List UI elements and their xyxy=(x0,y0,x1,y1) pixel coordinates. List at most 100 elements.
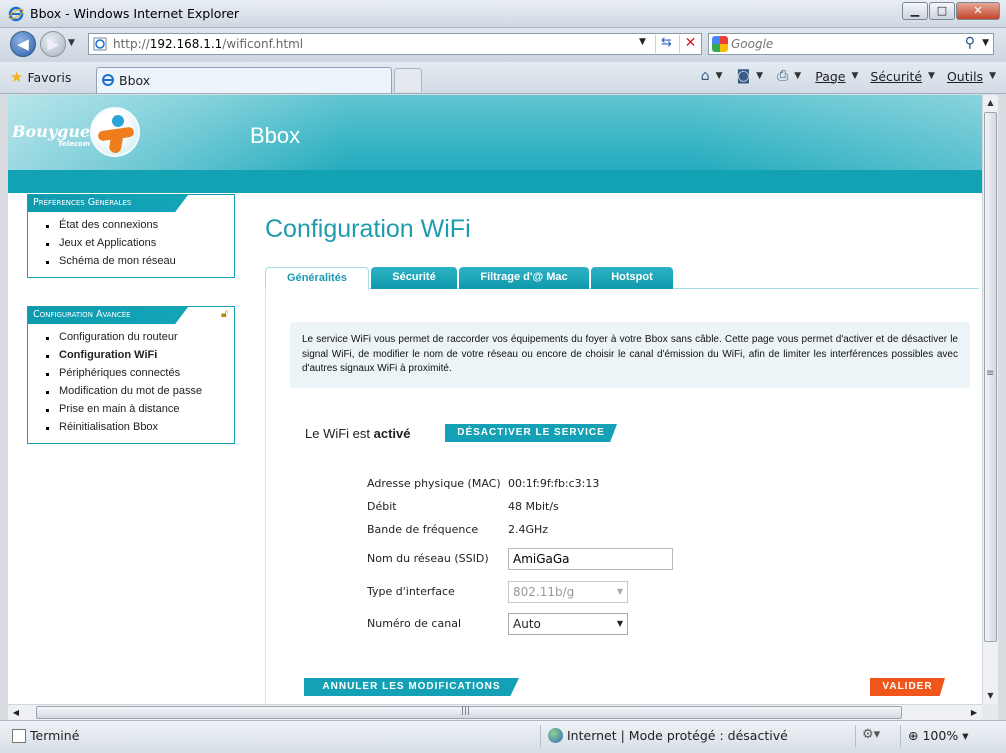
back-button[interactable]: ◀ xyxy=(10,31,36,57)
tools-menu[interactable]: Outils xyxy=(947,69,983,84)
tools-menu-dropdown-icon[interactable]: ▼ xyxy=(989,71,996,81)
header-banner: Bouygues Telecom Bbox xyxy=(8,95,982,193)
page-menu-dropdown-icon[interactable]: ▼ xyxy=(851,71,858,81)
general-menu-list: État des connexions Jeux et Applications… xyxy=(28,212,234,277)
horizontal-scroll-thumb[interactable] xyxy=(36,706,902,719)
window-title: Bbox - Windows Internet Explorer xyxy=(30,6,240,21)
rate-value: 48 Mbit/s xyxy=(508,500,559,513)
search-box[interactable]: ⚲ ▼ xyxy=(708,33,994,55)
tab-security[interactable]: Sécurité xyxy=(371,267,457,289)
rss-icon[interactable]: ◙ xyxy=(737,68,751,84)
globe-icon xyxy=(548,728,563,743)
ssid-input[interactable] xyxy=(508,548,673,570)
brand-logo-subtext: Telecom xyxy=(58,140,91,148)
vertical-scrollbar[interactable]: ▲ ▼ xyxy=(982,95,998,704)
status-bar: Terminé Internet | Mode protégé : désact… xyxy=(0,720,1006,753)
unlock-icon: 🔓︎ xyxy=(220,307,228,320)
content-divider xyxy=(265,289,266,704)
scroll-corner xyxy=(982,704,998,720)
info-box: Le service WiFi vous permet de raccorder… xyxy=(290,322,970,388)
security-menu-dropdown-icon[interactable]: ▼ xyxy=(928,71,935,81)
stop-icon[interactable]: ✕ xyxy=(679,35,701,53)
page-title: Configuration WiFi xyxy=(265,215,471,243)
sidebar-item-network-map[interactable]: Schéma de mon réseau xyxy=(42,253,234,271)
horizontal-scrollbar[interactable]: ◀ ▶ xyxy=(8,704,982,720)
interface-type-label: Type d'interface xyxy=(367,585,455,598)
security-menu[interactable]: Sécurité xyxy=(870,69,922,84)
close-button[interactable]: ✕ xyxy=(956,2,1000,20)
tab-general[interactable]: Généralités xyxy=(265,267,369,290)
ie-logo-icon xyxy=(8,6,24,22)
status-divider xyxy=(540,725,541,747)
rate-label: Débit xyxy=(367,500,397,513)
rss-dropdown-icon[interactable]: ▼ xyxy=(756,71,763,81)
validate-button[interactable]: VALIDER xyxy=(870,678,945,696)
scroll-up-icon[interactable]: ▲ xyxy=(983,95,998,111)
chevron-down-icon: ▼ xyxy=(616,587,623,596)
sidebar-item-router-config[interactable]: Configuration du routeur xyxy=(42,329,234,347)
search-dropdown-icon[interactable]: ▼ xyxy=(982,38,989,48)
page-menu[interactable]: Page xyxy=(815,69,845,84)
page-status-icon xyxy=(12,729,26,743)
page-icon xyxy=(93,37,107,51)
protected-mode-icon[interactable]: ⚙▾ xyxy=(862,727,880,742)
band-value: 2.4GHz xyxy=(508,523,549,536)
tab-mac-filter[interactable]: Filtrage d'@ Mac xyxy=(459,267,589,289)
sidebar-item-games-apps[interactable]: Jeux et Applications xyxy=(42,235,234,253)
maximize-button[interactable]: □ xyxy=(929,2,955,20)
sidebar-item-connection-status[interactable]: État des connexions xyxy=(42,217,234,235)
zoom-icon: ⊕ xyxy=(908,728,919,743)
header-band xyxy=(8,170,982,193)
zoom-level[interactable]: ⊕ 100% ▾ xyxy=(908,728,968,743)
search-icon[interactable]: ⚲ xyxy=(965,35,975,51)
history-dropdown-icon[interactable]: ▼ xyxy=(68,38,75,48)
sidebar-item-wifi-config[interactable]: Configuration WiFi xyxy=(42,347,234,365)
refresh-icon[interactable]: ⇆ xyxy=(655,35,677,53)
star-icon: ★ xyxy=(10,68,24,86)
tab-hotspot[interactable]: Hotspot xyxy=(591,267,673,289)
tab-ie-icon xyxy=(102,74,114,86)
config-tabs: Généralités Sécurité Filtrage d'@ Mac Ho… xyxy=(265,267,979,290)
mac-label: Adresse physique (MAC) xyxy=(367,477,501,490)
cancel-changes-button[interactable]: ANNULER LES MODIFICATIONS xyxy=(304,678,519,696)
window-controls: ▁ □ ✕ xyxy=(901,2,1000,20)
menu-heading: Configuration Avancée xyxy=(28,307,188,324)
channel-label: Numéro de canal xyxy=(367,617,461,630)
band-label: Bande de fréquence xyxy=(367,523,479,536)
minimize-button[interactable]: ▁ xyxy=(902,2,928,20)
sidebar-item-remote-access[interactable]: Prise en main à distance xyxy=(42,401,234,419)
browser-tab[interactable]: Bbox xyxy=(96,67,392,93)
forward-arrow-icon: ▶ xyxy=(47,35,59,53)
address-bar[interactable]: http://192.168.1.1/wificonf.html ▼ ⇆ ✕ xyxy=(88,33,702,55)
home-dropdown-icon[interactable]: ▼ xyxy=(716,71,723,81)
sidebar-item-reset-bbox[interactable]: Réinitialisation Bbox xyxy=(42,419,234,437)
print-icon[interactable]: ⎙ xyxy=(777,68,788,84)
favorites-button[interactable]: ★ Favoris xyxy=(10,68,71,86)
address-toolbar: ◀ ▶ ▼ http://192.168.1.1/wificonf.html ▼… xyxy=(0,28,1006,62)
forward-button[interactable]: ▶ xyxy=(40,31,66,57)
vertical-scroll-thumb[interactable] xyxy=(984,112,997,642)
status-divider xyxy=(855,725,856,747)
new-tab-button[interactable] xyxy=(394,68,422,92)
sidebar-item-connected-devices[interactable]: Périphériques connectés xyxy=(42,365,234,383)
ssid-label: Nom du réseau (SSID) xyxy=(367,552,489,565)
print-dropdown-icon[interactable]: ▼ xyxy=(794,71,801,81)
channel-select[interactable]: Auto ▼ xyxy=(508,613,628,635)
disable-service-button[interactable]: DÉSACTIVER LE SERVICE xyxy=(445,424,617,442)
security-zone-text[interactable]: Internet | Mode protégé : désactivé xyxy=(567,728,788,743)
command-bar: ⌂ ▼ ◙ ▼ ⎙ ▼ Page ▼ Sécurité ▼ Outils ▼ xyxy=(695,68,996,84)
advanced-menu-list: Configuration du routeur Configuration W… xyxy=(28,324,234,443)
mac-value: 00:1f:9f:fb:c3:13 xyxy=(508,477,600,490)
address-dropdown-icon[interactable]: ▼ xyxy=(639,37,646,47)
url-text[interactable]: http://192.168.1.1/wificonf.html xyxy=(113,37,303,51)
scroll-left-icon[interactable]: ◀ xyxy=(8,705,24,721)
wifi-status-value: activé xyxy=(373,426,411,441)
sidebar-item-change-password[interactable]: Modification du mot de passe xyxy=(42,383,234,401)
scroll-down-icon[interactable]: ▼ xyxy=(983,688,998,704)
search-input[interactable] xyxy=(731,36,961,52)
advanced-config-menu: Configuration Avancée 🔓︎ Configuration d… xyxy=(27,306,235,444)
scroll-right-icon[interactable]: ▶ xyxy=(966,705,982,721)
general-preferences-menu: Préférences Générales État des connexion… xyxy=(27,194,235,278)
chevron-down-icon: ▼ xyxy=(616,619,623,628)
home-icon[interactable]: ⌂ xyxy=(701,68,710,84)
